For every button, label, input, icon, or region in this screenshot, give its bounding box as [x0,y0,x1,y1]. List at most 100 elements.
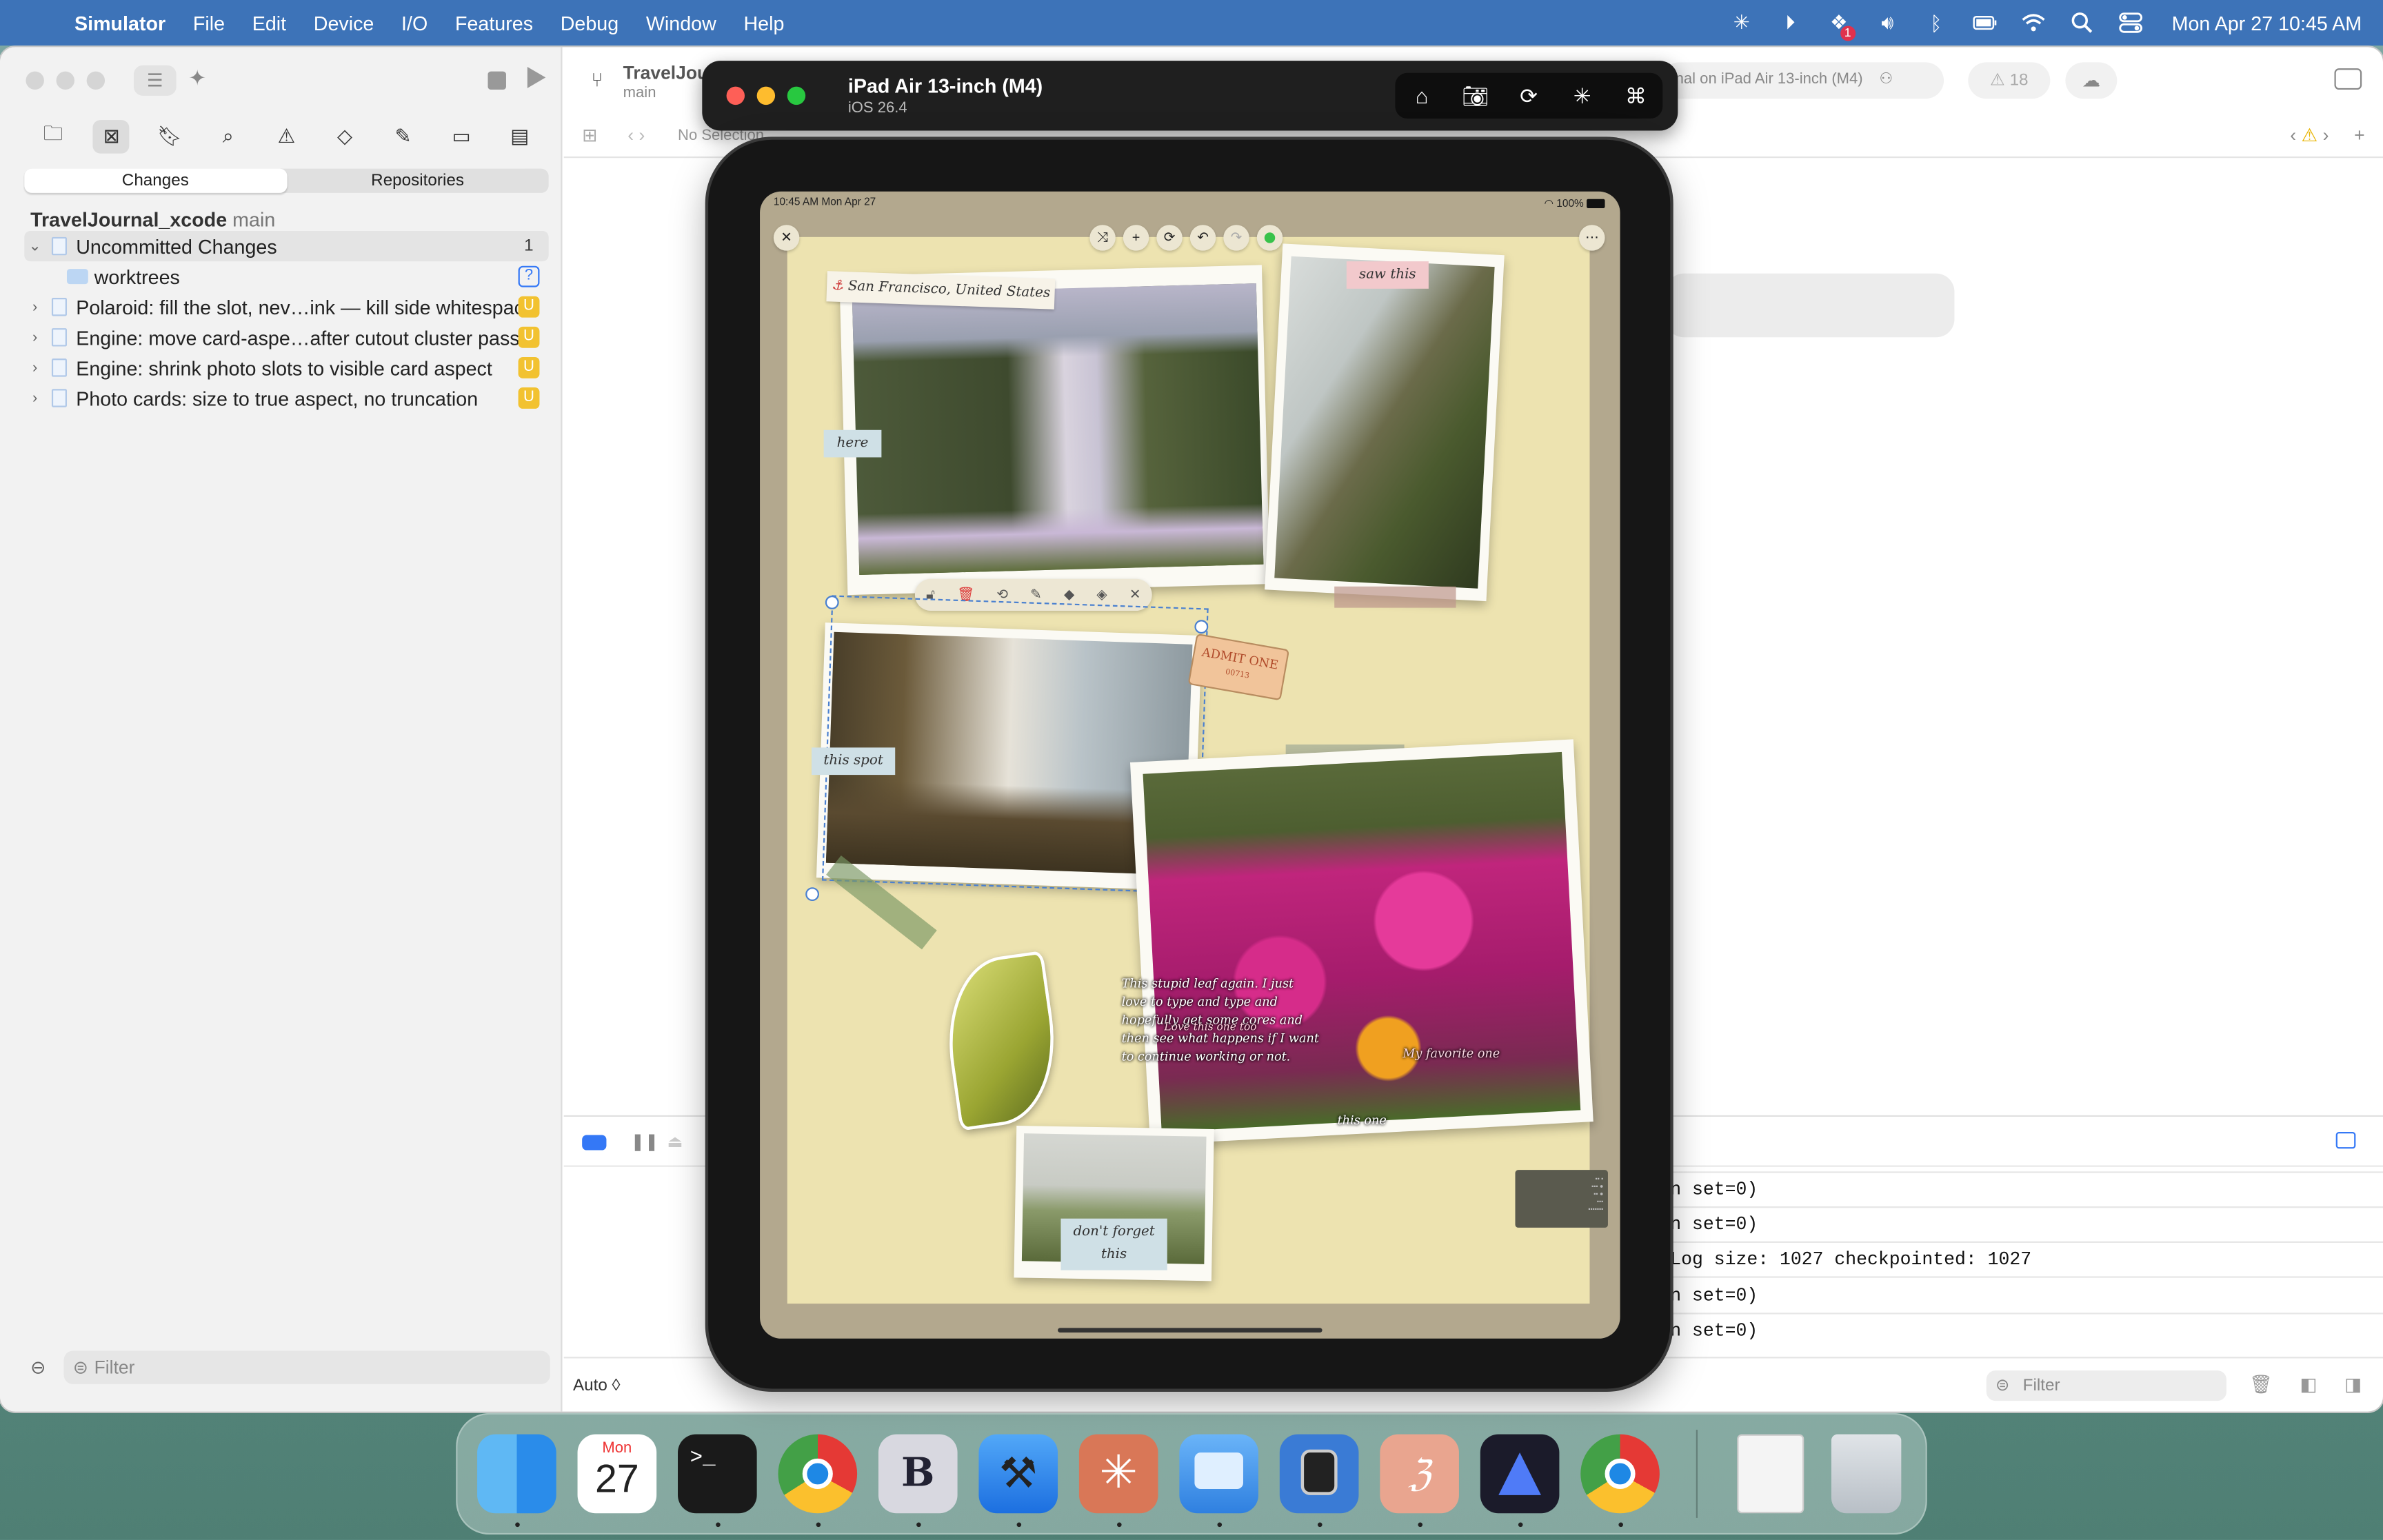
ipad-screen[interactable]: 10:45 AM Mon Apr 27 ◠ 100% ⚓︎ San Franci… [760,191,1620,1339]
minimize-window-button[interactable] [56,71,75,90]
menu-edit[interactable]: Edit [252,12,286,34]
auto-variables-selector[interactable]: Auto ◊ [573,1377,621,1395]
run-button[interactable] [527,66,546,88]
tab-changes[interactable]: Changes [24,168,287,193]
find-icon[interactable]: ⌕ [210,120,246,153]
run-destination[interactable]: rnal on iPad Air 13-inch (M4) ⚇ [1661,62,1944,99]
instruments-icon[interactable] [1279,1434,1359,1514]
bbedit-icon[interactable]: B [878,1434,958,1514]
shake-icon[interactable]: ✳ [1567,83,1598,108]
menu-io[interactable]: I/O [401,12,428,34]
close-window-button[interactable] [726,86,745,105]
console-filter-input[interactable]: Filter [1986,1370,2227,1401]
bluetooth-icon[interactable]: ᛒ [1922,9,1950,37]
commit-row[interactable]: › Engine: shrink photo slots to visible … [24,352,548,383]
issue-nav-icon[interactable]: ‹ ⚠ › + [2290,125,2364,146]
battery-icon[interactable] [1971,9,1999,37]
zoom-window-button[interactable] [787,86,806,105]
menu-device[interactable]: Device [314,12,374,34]
more-options-button[interactable]: ⋯ [1579,225,1605,251]
journal-page[interactable]: ⚓︎ San Francisco, United States here saw… [787,236,1593,1304]
resize-handle[interactable] [1194,620,1209,634]
finder-icon[interactable] [477,1434,556,1514]
breakpoint-icon[interactable]: ▭ [443,120,480,153]
redo-icon[interactable]: ↷ [1223,225,1249,251]
menu-app-name[interactable]: Simulator [74,12,165,34]
inspector-toggle-icon[interactable] [2334,68,2362,90]
uncommitted-changes-row[interactable]: ⌄ Uncommitted Changes 1 [24,231,549,262]
report-icon[interactable]: ▤ [501,120,538,153]
bookmark-icon[interactable]: 🔖︎ [152,120,188,153]
split-left-icon[interactable]: ◧ [2300,1374,2317,1395]
menu-help[interactable]: Help [743,12,784,34]
menu-clock[interactable]: Mon Apr 27 10:45 AM [2172,12,2362,34]
grid-icon[interactable]: ⊞ [582,125,597,146]
navigator-toggle-icon[interactable]: ☰ [133,65,177,96]
sticker-my-favorite[interactable]: My favorite one [1402,1045,1509,1063]
step-over-icon[interactable]: ⏏ [667,1132,683,1151]
rotate-icon[interactable]: ⟳ [1514,83,1544,108]
navigator-filter-input[interactable]: Filter [63,1350,550,1384]
status-dot-icon[interactable] [1256,225,1283,251]
wifi-icon[interactable] [2020,9,2047,37]
sparkle-icon[interactable]: ✦ [188,65,206,91]
zoom-window-button[interactable] [86,71,105,90]
worktrees-row[interactable]: worktrees ? [24,261,548,292]
chevron-right-icon[interactable]: › [24,389,46,406]
screenshot-camera-icon[interactable]: 📷︎ [1460,83,1491,108]
leaf-cutout[interactable] [937,951,1066,1131]
claude-icon[interactable]: ✳ [1078,1434,1158,1514]
calendar-icon[interactable]: Mon 27 [577,1434,657,1514]
commit-row[interactable]: › Polaroid: fill the slot, nev…ink — kil… [24,292,548,322]
refresh-icon[interactable]: ⟳ [1156,225,1183,251]
menu-debug[interactable]: Debug [561,12,619,34]
resize-handle[interactable] [825,596,839,609]
source-control-icon[interactable]: ⊠ [93,120,130,154]
pause-icon[interactable]: ❚❚ [631,1132,659,1151]
play-circle-icon[interactable]: ⏵ [1777,9,1804,37]
menu-window[interactable]: Window [646,12,716,34]
issue-warning-icon[interactable]: ⚠ [268,120,305,153]
photo-card-waterfall[interactable] [839,265,1270,596]
debug-spray-icon[interactable]: ✎ [385,120,421,153]
resize-handle[interactable] [805,887,820,902]
breakpoint-toggle-icon[interactable] [582,1135,607,1151]
console-toggle-icon[interactable] [2335,1132,2356,1149]
chevron-down-icon[interactable]: ⌄ [24,238,46,254]
menu-features[interactable]: Features [455,12,533,34]
home-icon[interactable]: ⌂ [1407,83,1437,108]
terminal-icon[interactable]: >_ [678,1434,757,1514]
sticker-dont-forget[interactable]: don't forget this [1060,1218,1167,1270]
stop-button[interactable] [487,71,506,90]
spotlight-search-icon[interactable] [2069,9,2096,37]
filter-options-icon[interactable]: ⊖ [30,1357,46,1378]
dropbox-icon[interactable]: ❖ 1 [1825,9,1856,41]
sticker-saw-this[interactable]: saw this [1346,261,1429,289]
tab-repositories[interactable]: Repositories [286,169,548,193]
simulator-icon[interactable] [1179,1434,1258,1514]
split-right-icon[interactable]: ◨ [2344,1374,2362,1395]
project-title[interactable]: TravelJou [623,62,708,83]
sticker-here[interactable]: here [823,429,882,458]
commit-row[interactable]: › Photo cards: size to true aspect, no t… [24,383,548,413]
home-indicator[interactable] [1058,1328,1323,1333]
chevron-right-icon[interactable]: › [24,329,46,345]
bring-forward-icon[interactable]: ◆ [1064,587,1074,603]
document-icon[interactable] [1737,1434,1804,1514]
command-icon[interactable]: ⌘ [1620,83,1651,108]
menu-file[interactable]: File [193,12,225,34]
close-selection-icon[interactable]: ✕ [1129,587,1141,603]
close-editor-button[interactable]: ✕ [773,225,800,251]
asterisk-icon[interactable]: ✳ [1728,9,1756,37]
photo-card-rapids[interactable] [1265,243,1505,602]
undo-icon[interactable]: ↶ [1189,225,1216,251]
back-forward-icon[interactable]: ‹ › [627,125,645,146]
chevron-right-icon[interactable]: › [24,359,46,376]
control-center-icon[interactable] [2117,9,2144,37]
chevron-right-icon[interactable]: › [24,298,46,315]
sticker-this-spot[interactable]: this spot [811,747,896,776]
affinity-icon[interactable] [1480,1434,1560,1514]
minimize-window-button[interactable] [756,86,776,105]
chrome-icon[interactable] [778,1434,858,1514]
chrome-icon[interactable] [1580,1434,1660,1514]
